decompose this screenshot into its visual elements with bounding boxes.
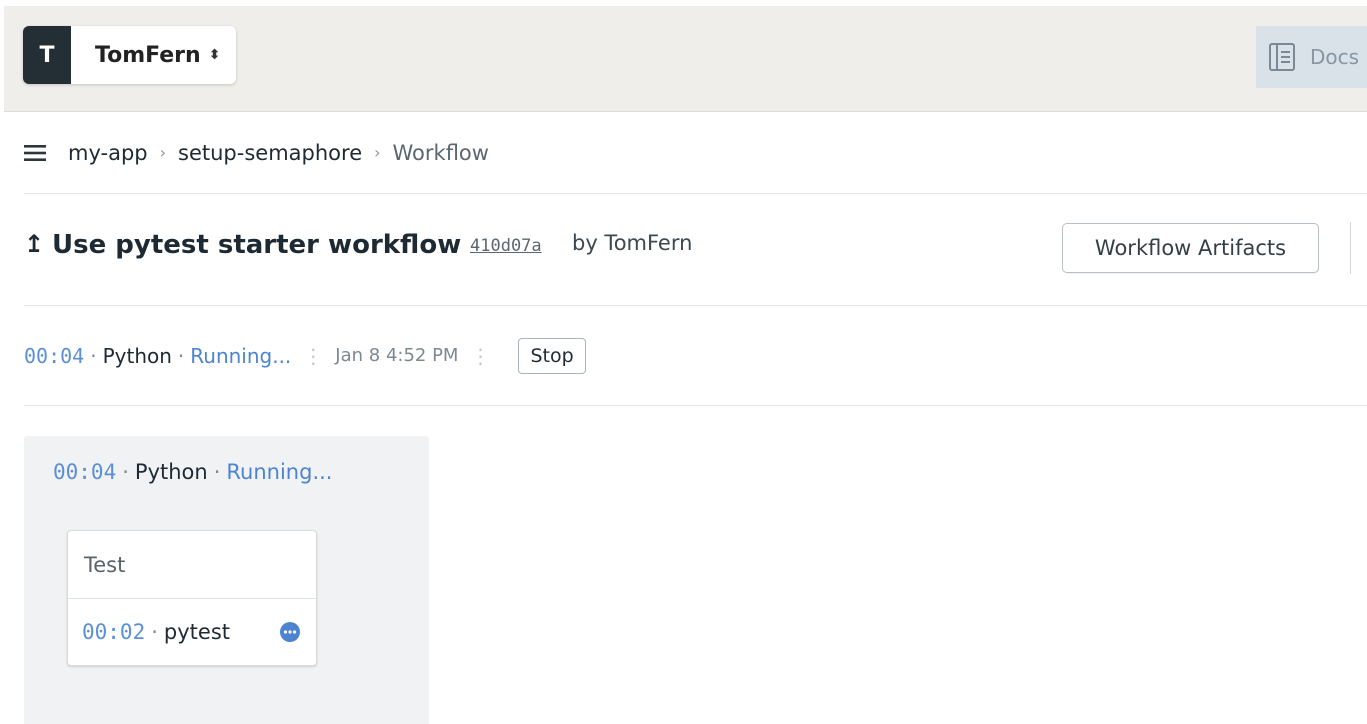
workflow-status-bar: 00:04 · Python · Running... ⋮ Jan 8 4:52…: [24, 306, 1367, 406]
started-timestamp: Jan 8 4:52 PM: [335, 345, 459, 366]
workflow-artifacts-button[interactable]: Workflow Artifacts: [1062, 223, 1319, 273]
pipeline-name: Python: [134, 460, 208, 484]
pipeline-status: Running...: [226, 460, 333, 484]
pipeline-name: Python: [102, 343, 172, 368]
page-title: Use pytest starter workflow: [52, 230, 462, 260]
block-title: Test: [68, 531, 316, 599]
breadcrumb-current: Workflow: [392, 140, 489, 165]
dot-separator: ·: [122, 460, 129, 484]
pipeline-panel: 00:04 · Python · Running... Test 00:02 ·…: [24, 436, 429, 724]
breadcrumb-branch-link[interactable]: setup-semaphore: [178, 141, 362, 165]
breadcrumb-project-link[interactable]: my-app: [68, 141, 148, 165]
pipeline-header: 00:04 · Python · Running...: [53, 460, 332, 484]
org-name-label: TomFern: [95, 42, 201, 68]
vertical-dots-icon: ⋮: [303, 343, 324, 368]
updown-caret-icon: ⬍: [208, 47, 221, 63]
vertical-dots-icon: ⋮: [470, 343, 491, 368]
dot-separator: ·: [213, 460, 221, 484]
breadcrumb: my-app › setup-semaphore › Workflow: [24, 112, 1367, 194]
job-duration: 00:02: [82, 620, 146, 644]
docs-book-icon: [1269, 43, 1295, 71]
pipeline-duration: 00:04: [53, 460, 117, 484]
commit-sha-link[interactable]: 410d07a: [470, 236, 542, 256]
chevron-right-icon: ›: [159, 143, 167, 162]
docs-label: Docs: [1310, 45, 1360, 69]
workflow-duration: 00:04: [24, 343, 85, 368]
commit-author: by TomFern: [572, 231, 693, 255]
running-dots-icon: [280, 622, 300, 642]
dot-separator: ·: [177, 343, 185, 368]
chevron-right-icon: ›: [374, 143, 381, 162]
top-bar: T TomFern ⬍ Docs: [4, 6, 1367, 112]
workflow-header: ↥ Use pytest starter workflow 410d07a by…: [24, 194, 1367, 306]
header-divider: [1350, 222, 1351, 274]
job-name: pytest: [163, 620, 230, 644]
org-switcher[interactable]: T TomFern ⬍: [23, 26, 237, 84]
block-card: Test 00:02 · pytest: [67, 530, 317, 666]
status-badge: Running...: [190, 343, 292, 368]
dot-separator: ·: [151, 620, 158, 644]
hamburger-menu-icon[interactable]: [24, 144, 46, 162]
job-row[interactable]: 00:02 · pytest: [68, 599, 316, 665]
org-avatar: T: [23, 26, 71, 84]
org-name: TomFern ⬍: [71, 26, 236, 84]
stop-button[interactable]: Stop: [518, 337, 586, 374]
dot-separator: ·: [90, 343, 97, 368]
push-arrow-icon: ↥: [24, 230, 45, 258]
docs-button[interactable]: Docs: [1256, 26, 1367, 88]
